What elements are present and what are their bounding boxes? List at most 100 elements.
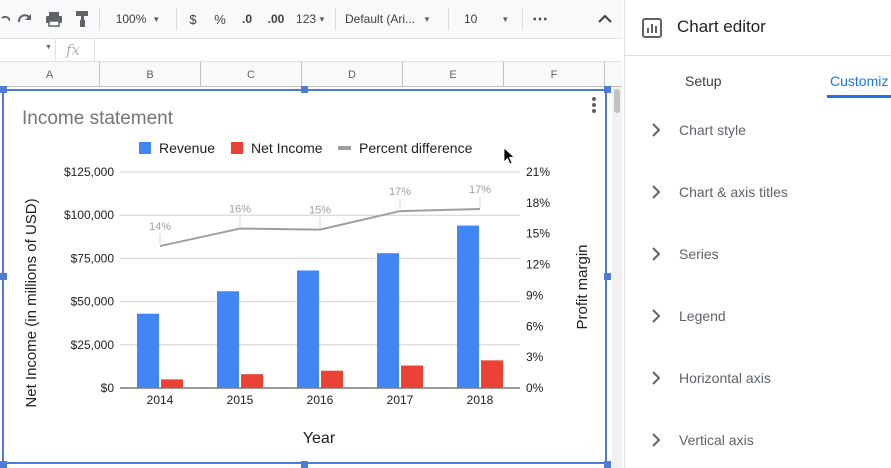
section-legend[interactable]: Legend (651, 304, 726, 328)
x-tick-label: 2014 (147, 393, 174, 407)
column-header-f[interactable]: F (504, 62, 605, 87)
resize-handle[interactable] (604, 86, 611, 93)
chart-title[interactable]: Income statement (22, 108, 174, 129)
left-tick-label: $125,000 (64, 165, 114, 179)
left-axis-title[interactable]: Net Income (in millions of USD) (23, 198, 40, 407)
left-tick-label: $50,000 (71, 295, 115, 309)
chevron-down-icon: ▼ (501, 14, 510, 24)
tab-setup[interactable]: Setup (685, 73, 722, 89)
more-formats-button[interactable]: 123 ▼ (294, 0, 328, 38)
undo-button[interactable] (0, 0, 10, 38)
collapse-toolbar-button[interactable] (593, 0, 617, 38)
decrease-decimal-button[interactable]: .0 (236, 0, 258, 38)
data-label-percent: 17% (389, 186, 411, 198)
scrollbar-thumb[interactable] (614, 89, 620, 113)
resize-handle[interactable] (0, 273, 7, 280)
x-tick-label: 2016 (307, 393, 334, 407)
paint-format-icon (76, 11, 88, 27)
chevron-down-icon: ▼ (45, 44, 52, 51)
name-box[interactable]: ▼ (0, 39, 56, 61)
chart-menu-icon[interactable] (592, 97, 596, 113)
section-horizontal-axis[interactable]: Horizontal axis (651, 366, 771, 390)
section-vertical-axis[interactable]: Vertical axis (651, 428, 754, 452)
chart[interactable]: Income statement Revenue Net Income Perc… (2, 89, 607, 464)
left-tick-label: $100,000 (64, 208, 114, 222)
chevron-down-icon: ▼ (152, 14, 161, 24)
print-button[interactable] (43, 0, 65, 38)
font-select[interactable]: Default (Ari... ▼ (345, 0, 441, 38)
bar-net-income (321, 370, 343, 388)
right-tick-label: 18% (526, 196, 550, 210)
column-header-d[interactable]: D (302, 62, 403, 87)
column-header-b[interactable]: B (100, 62, 201, 87)
formula-input[interactable] (94, 39, 622, 61)
zoom-select[interactable]: 100% ▼ (106, 0, 170, 38)
chevron-right-icon (652, 185, 661, 199)
print-icon (46, 12, 62, 27)
right-tick-label: 9% (526, 288, 544, 302)
right-tick-label: 15% (526, 227, 550, 241)
section-series[interactable]: Series (651, 242, 719, 266)
toolbar-divider (335, 8, 336, 30)
toolbar-divider (448, 8, 449, 30)
plot-area: $0 $25,000 $50,000 $75,000 $100,000 $125,000 0… (64, 165, 550, 407)
redo-button[interactable] (14, 0, 36, 38)
active-tab-indicator (827, 95, 891, 98)
formula-bar: ▼ fx (0, 38, 622, 62)
bar-revenue (137, 313, 159, 388)
chart-canvas: Income statement Revenue Net Income Perc… (22, 97, 596, 447)
resize-handle[interactable] (0, 86, 7, 93)
column-headers: A B C D E F (0, 62, 622, 87)
more-formats-label: 123 (296, 12, 317, 26)
function-icon: fx (66, 41, 81, 59)
resize-handle[interactable] (604, 461, 611, 468)
x-tick-label: 2015 (227, 393, 254, 407)
more-options-button[interactable]: ⋯ (528, 0, 552, 38)
toolbar-divider (99, 8, 100, 30)
section-label: Legend (679, 308, 726, 324)
toolbar: 100% ▼ $ % .0 .00 123 ▼ Default (Ari... … (0, 0, 622, 38)
vertical-scrollbar[interactable] (612, 87, 622, 468)
chevron-right-icon (652, 371, 661, 385)
column-header-e[interactable]: E (403, 62, 504, 87)
toolbar-divider (522, 8, 523, 30)
legend-label-net-income: Net Income (251, 140, 323, 156)
legend-swatch-net-income (231, 142, 243, 154)
section-label: Vertical axis (679, 432, 754, 448)
chart-editor-title: Chart editor (677, 17, 766, 36)
chevron-down-icon: ▼ (423, 14, 431, 24)
font-size-select[interactable]: 10 ▼ (458, 0, 516, 38)
section-chart-axis-titles[interactable]: Chart & axis titles (651, 180, 788, 204)
legend-swatch-percent (338, 146, 351, 150)
right-axis-title[interactable]: Profit margin (574, 244, 591, 329)
x-axis-title[interactable]: Year (303, 430, 336, 447)
tab-customize[interactable]: Customiz (830, 73, 888, 89)
resize-handle[interactable] (301, 461, 308, 468)
left-tick-label: $25,000 (71, 338, 115, 352)
font-size-value: 10 (464, 12, 478, 26)
redo-icon (17, 14, 31, 23)
format-percent-button[interactable]: % (210, 0, 230, 38)
section-label: Chart & axis titles (679, 184, 788, 200)
format-currency-button[interactable]: $ (183, 0, 203, 38)
bar-revenue (457, 225, 479, 388)
section-chart-style[interactable]: Chart style (651, 118, 746, 142)
column-header-a[interactable]: A (0, 62, 100, 87)
legend-label-revenue: Revenue (159, 140, 215, 156)
bar-net-income (401, 365, 423, 388)
chevron-right-icon (652, 247, 661, 261)
bar-net-income (241, 374, 263, 388)
chart-editor-header: Chart editor (625, 0, 891, 56)
increase-decimal-button[interactable]: .00 (263, 0, 289, 38)
resize-handle[interactable] (604, 273, 611, 280)
resize-handle[interactable] (0, 461, 7, 468)
legend-swatch-revenue (139, 142, 151, 154)
right-tick-label: 21% (526, 165, 550, 179)
column-header-c[interactable]: C (201, 62, 302, 87)
chevron-right-icon (652, 433, 661, 447)
resize-handle[interactable] (301, 86, 308, 93)
paint-format-button[interactable] (71, 0, 93, 38)
chevron-up-icon (598, 14, 612, 23)
legend-label-percent: Percent difference (359, 140, 473, 156)
chart-editor-panel: Chart editor Setup Customiz Chart style C… (624, 0, 891, 468)
